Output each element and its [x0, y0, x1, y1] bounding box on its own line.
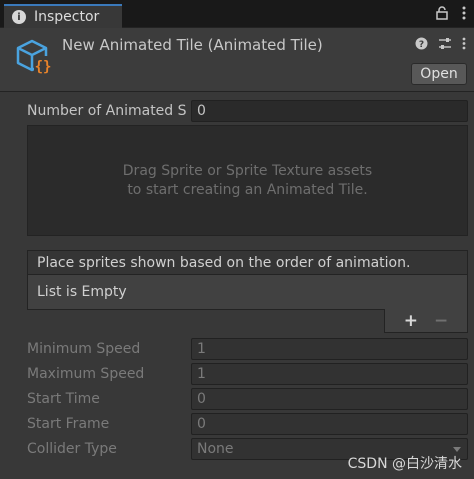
- field-label: Number of Animated S: [27, 103, 187, 119]
- drop-area-text-line1: Drag Sprite or Sprite Texture assets: [122, 162, 373, 179]
- chevron-down-icon: [453, 447, 461, 452]
- list-footer: + −: [384, 309, 468, 333]
- start-time-input[interactable]: 0: [191, 388, 468, 410]
- number-input[interactable]: 0: [191, 100, 468, 122]
- maximum-speed-field: Maximum Speed 1: [27, 362, 468, 386]
- field-label: Collider Type: [27, 441, 117, 457]
- field-label: Minimum Speed: [27, 341, 141, 357]
- inspector-header: {} New Animated Tile (Animated Tile) ? O…: [0, 28, 474, 92]
- maximum-speed-input[interactable]: 1: [191, 363, 468, 385]
- minimum-speed-field: Minimum Speed 1: [27, 337, 468, 361]
- collider-type-value: None: [197, 441, 234, 457]
- preset-icon[interactable]: [438, 37, 452, 50]
- start-frame-field: Start Frame 0: [27, 412, 468, 436]
- start-frame-input[interactable]: 0: [191, 413, 468, 435]
- drop-area-text-line2: to start creating an Animated Tile.: [127, 181, 368, 198]
- tabbar-icons: [436, 6, 466, 20]
- kebab-menu-icon[interactable]: [462, 6, 466, 20]
- kebab-menu-icon[interactable]: [462, 37, 466, 50]
- info-icon: i: [12, 10, 26, 24]
- tab-inspector[interactable]: i Inspector: [4, 4, 122, 28]
- add-element-button[interactable]: +: [404, 311, 418, 331]
- asset-title: New Animated Tile (Animated Tile): [62, 36, 323, 54]
- header-icons: ?: [415, 37, 466, 50]
- start-time-field: Start Time 0: [27, 387, 468, 411]
- sprite-list-header: Place sprites shown based on the order o…: [27, 250, 468, 275]
- animated-tile-asset-icon: {}: [16, 39, 52, 75]
- number-of-animated-sprites-field: Number of Animated S 0: [27, 99, 468, 123]
- minimum-speed-input[interactable]: 1: [191, 338, 468, 360]
- svg-text:?: ?: [419, 40, 424, 50]
- sprite-drop-area[interactable]: Drag Sprite or Sprite Texture assets to …: [27, 125, 468, 236]
- remove-element-button[interactable]: −: [434, 311, 448, 331]
- field-label: Start Time: [27, 391, 100, 407]
- field-label: Maximum Speed: [27, 366, 145, 382]
- field-label: Start Frame: [27, 416, 110, 432]
- help-icon[interactable]: ?: [415, 37, 428, 50]
- tab-bar: i Inspector: [0, 0, 474, 28]
- svg-text:{}: {}: [35, 59, 52, 75]
- sprite-list-body: List is Empty: [27, 275, 468, 310]
- lock-icon[interactable]: [436, 6, 448, 20]
- watermark: CSDN @白沙清水: [347, 456, 462, 472]
- tab-label: Inspector: [34, 9, 100, 25]
- open-button[interactable]: Open: [411, 63, 467, 85]
